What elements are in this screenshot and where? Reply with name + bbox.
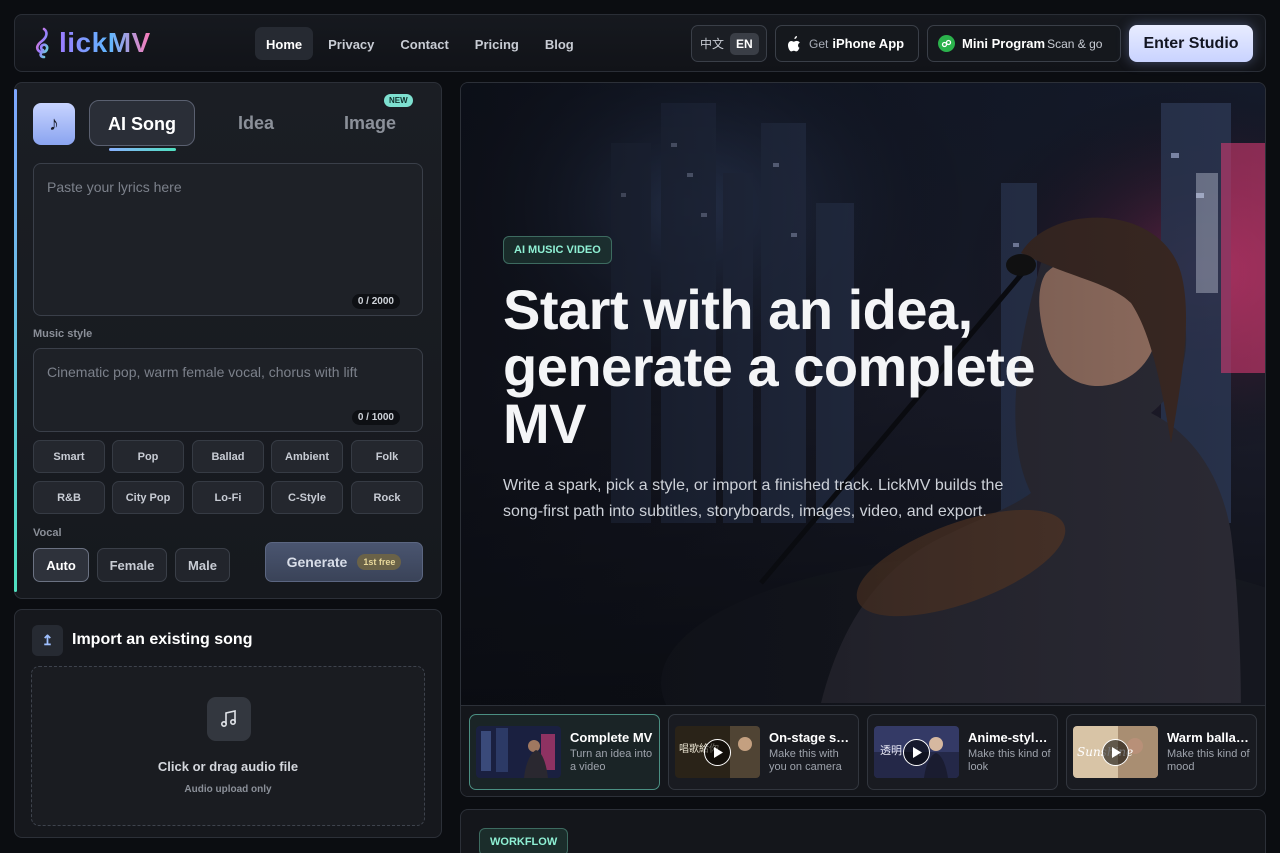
iphone-prefix: Get	[809, 36, 829, 51]
music-style-counter: 0 / 1000	[351, 410, 400, 425]
nav-home[interactable]: Home	[255, 27, 314, 60]
nav-contact[interactable]: Contact	[389, 27, 459, 60]
song-composer-panel: ♪ AI Song Idea Image NEW Paste your lyri…	[14, 82, 442, 599]
mini-program-label: Mini Program	[962, 36, 1046, 51]
play-icon	[704, 739, 731, 766]
nav-blog[interactable]: Blog	[534, 27, 585, 60]
style-chip-rock[interactable]: Rock	[351, 481, 423, 514]
music-note-icon: ♪	[33, 103, 75, 145]
vocal-label: Vocal	[33, 527, 62, 539]
hero-description: Write a spark, pick a style, or import a…	[503, 477, 1004, 520]
generate-label: Generate	[286, 554, 348, 570]
example-card-complete-mv[interactable]: Complete MV Turn an idea into a video	[469, 714, 660, 790]
hero-section: AI MUSIC VIDEO Start with an idea, gener…	[460, 82, 1266, 797]
iphone-app-button[interactable]: Get iPhone App	[775, 25, 919, 62]
style-chip-city-pop[interactable]: City Pop	[112, 481, 184, 514]
language-switch: 中文 EN	[691, 25, 767, 62]
workflow-badge: WORKFLOW	[479, 828, 569, 853]
active-tab-indicator	[109, 148, 176, 151]
hero-badge: AI MUSIC VIDEO	[503, 236, 612, 264]
first-free-badge: 1st free	[357, 554, 402, 570]
play-icon	[1102, 739, 1129, 766]
style-chip-ambient[interactable]: Ambient	[271, 440, 343, 473]
tab-ai-song[interactable]: AI Song	[89, 100, 195, 146]
example-card-anime-style[interactable]: 透明 Anime-styl… Make this kind of look	[867, 714, 1058, 790]
example-card-warm-ballad[interactable]: Sunshine Warm balla… Make this kind of m…	[1066, 714, 1257, 790]
hero-title: Start with an idea, generate a complete …	[503, 278, 1036, 455]
card-thumbnail: 透明	[874, 726, 959, 778]
dropzone-subtitle: Audio upload only	[184, 784, 272, 795]
style-chip-lofi[interactable]: Lo-Fi	[192, 481, 264, 514]
vocal-male-button[interactable]: Male	[175, 548, 230, 582]
style-chip-folk[interactable]: Folk	[351, 440, 423, 473]
brand-name: lickMV	[59, 27, 151, 58]
music-note-icon	[207, 697, 251, 741]
vocal-female-button[interactable]: Female	[97, 548, 167, 582]
card-subtitle: Turn an idea into a video	[570, 748, 653, 773]
dropzone-title: Click or drag audio file	[157, 759, 299, 774]
apple-icon	[788, 35, 800, 51]
upload-arrow-icon: ↥	[32, 625, 63, 656]
style-chip-rnb[interactable]: R&B	[33, 481, 105, 514]
style-chip-smart[interactable]: Smart	[33, 440, 105, 473]
vocal-auto-button[interactable]: Auto	[33, 548, 89, 582]
card-subtitle: Make this kind of mood	[1167, 748, 1250, 773]
style-chip-c-style[interactable]: C-Style	[271, 481, 343, 514]
style-chip-pop[interactable]: Pop	[112, 440, 184, 473]
mini-program-sub: Scan & go	[1047, 36, 1103, 51]
lang-en-option[interactable]: EN	[730, 32, 759, 55]
treble-clef-icon	[35, 27, 49, 59]
import-song-panel: ↥ Import an existing song Click or drag …	[14, 609, 442, 838]
new-badge: NEW	[384, 94, 413, 107]
top-nav: lickMV Home Privacy Contact Pricing Blog…	[14, 14, 1266, 72]
enter-studio-button[interactable]: Enter Studio	[1129, 25, 1253, 62]
style-chip-ballad[interactable]: Ballad	[192, 440, 264, 473]
card-thumbnail	[476, 726, 561, 778]
audio-dropzone[interactable]: Click or drag audio file Audio upload on…	[31, 666, 425, 826]
card-subtitle: Make this kind of look	[968, 748, 1051, 773]
import-title: Import an existing song	[72, 631, 253, 648]
brand-logo[interactable]: lickMV	[31, 27, 151, 59]
example-cards-strip: Complete MV Turn an idea into a video 唱歌…	[461, 705, 1265, 796]
music-style-placeholder: Cinematic pop, warm female vocal, chorus…	[47, 364, 358, 380]
generate-button[interactable]: Generate 1st free	[265, 542, 423, 582]
card-thumbnail: 唱歌給你	[675, 726, 760, 778]
lyrics-counter: 0 / 2000	[351, 294, 400, 309]
tab-idea[interactable]: Idea	[221, 100, 291, 146]
example-card-on-stage[interactable]: 唱歌給你 On-stage s… Make this with you on c…	[668, 714, 859, 790]
nav-privacy[interactable]: Privacy	[317, 27, 385, 60]
play-icon	[903, 739, 930, 766]
nav-pricing[interactable]: Pricing	[464, 27, 530, 60]
card-title: Warm balla…	[1167, 730, 1249, 745]
card-title: Complete MV	[570, 730, 653, 745]
mini-program-button[interactable]: Mini Program Scan & go	[927, 25, 1121, 62]
music-style-label: Music style	[33, 328, 93, 340]
svg-text:透明: 透明	[880, 744, 902, 757]
mini-program-icon	[938, 35, 955, 52]
lang-zh-option[interactable]: 中文	[700, 35, 724, 52]
lyrics-input[interactable]: Paste your lyrics here 0 / 2000	[33, 163, 423, 316]
card-thumbnail: Sunshine	[1073, 726, 1158, 778]
card-title: On-stage s…	[769, 730, 850, 745]
lyrics-placeholder: Paste your lyrics here	[47, 179, 182, 195]
music-style-input[interactable]: Cinematic pop, warm female vocal, chorus…	[33, 348, 423, 432]
card-subtitle: Make this with you on camera	[769, 748, 842, 773]
card-title: Anime-styl…	[968, 730, 1048, 745]
workflow-section: WORKFLOW	[460, 809, 1266, 853]
iphone-label: iPhone App	[832, 36, 905, 51]
